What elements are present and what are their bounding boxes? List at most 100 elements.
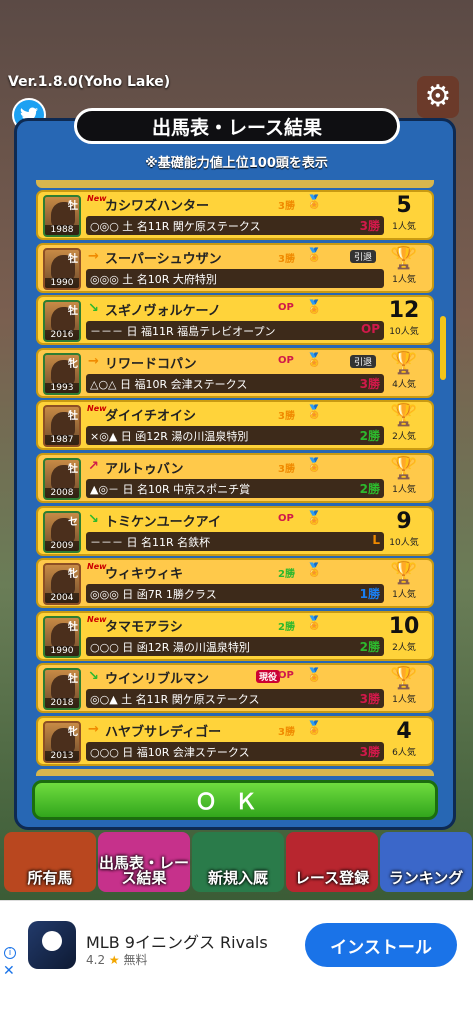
nav-label: 新規入厩 xyxy=(207,869,268,887)
nav-ranking[interactable]: ランキング xyxy=(380,832,472,892)
horse-row[interactable]: 牡 1987 New ダイイチオイシ 3勝 🏅 ×◎▲ 日 函12R 湯の川温泉… xyxy=(36,400,434,451)
rank-number: 12 xyxy=(388,298,420,324)
race-info: －－－ 日 福11R 福島テレビオープン xyxy=(90,325,276,339)
horse-class: 3勝 xyxy=(278,201,295,212)
horse-name: リワードコパン xyxy=(105,356,197,372)
horse-class: 3勝 xyxy=(278,727,295,738)
trend-arrow-icon: ↘ xyxy=(88,301,99,317)
badge-icons: 🏅 xyxy=(306,563,323,579)
trophy-icon: 🏆 xyxy=(390,403,418,429)
horse-year: 2016 xyxy=(45,330,79,341)
race-info: ◎◎◎ 土 名10R 大府特別 xyxy=(90,272,217,286)
popularity: 2人気 xyxy=(392,642,416,653)
race-info: △○△ 日 福10R 会津ステークス xyxy=(90,377,248,391)
race-info: ○○○ 日 福10R 会津ステークス xyxy=(90,746,250,759)
horse-year: 2018 xyxy=(45,698,79,709)
rank-badge: 🏆 2人気 xyxy=(382,403,426,447)
nav-new-horses[interactable]: 新規入厩 xyxy=(192,832,284,892)
version-label: Ver.1.8.0(Yoho Lake) xyxy=(8,74,171,90)
race-info: ×◎▲ 日 函12R 湯の川温泉特別 xyxy=(90,430,249,444)
ad-close-icon[interactable]: ✕ xyxy=(3,963,15,979)
rank-badge: 🏆 1人気 xyxy=(382,456,426,500)
horse-sex: 牝 xyxy=(68,727,78,738)
new-badge: New xyxy=(87,194,107,203)
horse-row[interactable]: 牝 2004 New ウィキウィキ 2勝 🏅 ◎◎◎ 日 函7R 1勝クラス 1… xyxy=(36,558,434,609)
race-result-class: 2勝 xyxy=(359,429,380,444)
horse-portrait: 牝 2013 xyxy=(43,721,81,763)
horse-sex: 牡 xyxy=(68,253,78,265)
horse-class: 3勝 xyxy=(278,411,295,423)
horse-year: 1987 xyxy=(45,435,79,446)
rank-number: 4 xyxy=(396,719,412,744)
popularity: 10人気 xyxy=(389,327,419,338)
horse-year: 1990 xyxy=(45,277,79,288)
list-scrollbar[interactable] xyxy=(440,316,446,380)
new-badge: New xyxy=(87,404,107,414)
horse-sex: 牡 xyxy=(68,674,78,686)
horse-sex: 牡 xyxy=(68,411,78,423)
ad-banner[interactable]: i ✕ MLB 9イニングス Rivals 4.2 ★ 無料 インストール xyxy=(0,900,473,990)
popularity: 10人気 xyxy=(389,537,419,548)
panel-title: 出馬表・レース結果 xyxy=(74,108,400,144)
badge-icons: 🏅 xyxy=(306,405,323,421)
horse-class: 3勝 xyxy=(278,464,295,475)
rank-badge: 🏆 4人気 xyxy=(382,351,426,395)
horse-year: 1990 xyxy=(45,645,79,656)
popularity: 2人気 xyxy=(392,432,416,443)
horse-class: OP xyxy=(278,670,294,682)
race-info: ○○○ 日 函12R 湯の川温泉特別 xyxy=(90,640,250,654)
horse-year: 2008 xyxy=(45,488,79,498)
horse-row[interactable]: 牡 1988 New カシワズハンター 3勝 🏅 ○◎○ 土 名11R 関ケ原ス… xyxy=(36,190,434,240)
popularity: 1人気 xyxy=(392,222,416,232)
horse-row[interactable]: 牡 2016 ↘ スギノヴォルケーノ OP 🏅 －－－ 日 福11R 福島テレビ… xyxy=(36,295,434,346)
horse-row[interactable]: 牝 1993 → リワードコパン OP 🏅 引退 △○△ 日 福10R 会津ステ… xyxy=(36,347,434,398)
retired-tag: 引退 xyxy=(350,249,377,263)
race-info: ○◎○ 土 名11R 関ケ原ステークス xyxy=(90,220,261,233)
horse-name: ハヤブサレディゴー xyxy=(105,725,222,740)
nav-label: 出馬表・レース結果 xyxy=(98,854,189,887)
horse-name: タマモアラシ xyxy=(105,619,183,635)
badge-icons: 🏅 xyxy=(306,352,323,368)
ok-button[interactable]: ＯＫ xyxy=(32,780,438,820)
horse-row[interactable]: セ 2009 ↘ トミケンユークアイ OP 🏅 －－－ 日 名11R 名鉄杯 L… xyxy=(36,505,434,556)
horse-row[interactable]: 牡 1990 → スーパーシュウザン 3勝 🏅 引退 ◎◎◎ 土 名10R 大府… xyxy=(36,242,434,293)
popularity: 1人気 xyxy=(392,695,416,706)
horse-portrait: 牡 1988 xyxy=(43,195,81,237)
horse-portrait: 牡 2016 xyxy=(43,300,81,343)
horse-sex: セ xyxy=(68,516,78,528)
race-info-bar: －－－ 日 名11R 名鉄杯 L xyxy=(86,531,384,551)
baseball-icon xyxy=(42,931,62,951)
badge-icons: 🏅 xyxy=(306,615,323,631)
horse-sex: 牡 xyxy=(68,201,78,212)
race-info-bar: －－－ 日 福11R 福島テレビオープン OP xyxy=(86,321,384,341)
horse-row[interactable]: 牡 1990 New タマモアラシ 2勝 🏅 ○○○ 日 函12R 湯の川温泉特… xyxy=(36,610,434,661)
nav-race-results[interactable]: 出馬表・レース結果 xyxy=(98,832,190,892)
horse-row[interactable]: 牡 2008 ↗ アルトゥバン 3勝 🏅 ▲◎－ 日 名10R 中京スポニチ賞 … xyxy=(36,453,434,503)
badge-icons: 🏅 xyxy=(306,195,323,210)
bottom-strip xyxy=(0,990,473,1024)
horse-name: アルトゥバン xyxy=(105,462,184,477)
nav-owned-horses[interactable]: 所有馬 xyxy=(4,832,96,892)
horse-list[interactable]: 牡 1988 New カシワズハンター 3勝 🏅 ○◎○ 土 名11R 関ケ原ス… xyxy=(36,180,438,776)
rank-badge: 10 2人気 xyxy=(382,614,426,658)
horse-name: ダイイチオイシ xyxy=(105,409,197,425)
star-icon: ★ xyxy=(108,953,120,967)
horse-class: 2勝 xyxy=(278,621,295,633)
race-info-bar: △○△ 日 福10R 会津ステークス 3勝 xyxy=(86,373,384,393)
race-info-bar: ○○○ 日 福10R 会津ステークス 3勝 xyxy=(86,742,384,761)
horse-name: カシワズハンター xyxy=(105,199,210,214)
horse-portrait: 牡 1990 xyxy=(43,247,81,290)
list-bottom-edge xyxy=(36,769,434,776)
rank-badge: 5 1人気 xyxy=(382,193,426,237)
install-button[interactable]: インストール xyxy=(305,923,457,967)
ad-price: 無料 xyxy=(123,953,148,967)
race-info-bar: ◎◎◎ 土 名10R 大府特別 xyxy=(86,268,384,288)
horse-row[interactable]: 牝 2013 → ハヤブサレディゴー 3勝 🏅 ○○○ 日 福10R 会津ステー… xyxy=(36,716,434,766)
horse-portrait: 牝 1993 xyxy=(43,352,81,395)
nav-race-entry[interactable]: レース登録 xyxy=(286,832,378,892)
horse-row[interactable]: 牡 2018 ↘ ウインリブルマン 現役 OP 🏅 ◎○▲ 土 名11R 関ケ原… xyxy=(36,663,434,714)
horse-name: ウィキウィキ xyxy=(105,567,184,583)
badge-icons: 🏅 xyxy=(306,458,323,473)
ad-info-icon[interactable]: i xyxy=(4,947,16,959)
settings-button[interactable]: ⚙ xyxy=(417,76,459,118)
